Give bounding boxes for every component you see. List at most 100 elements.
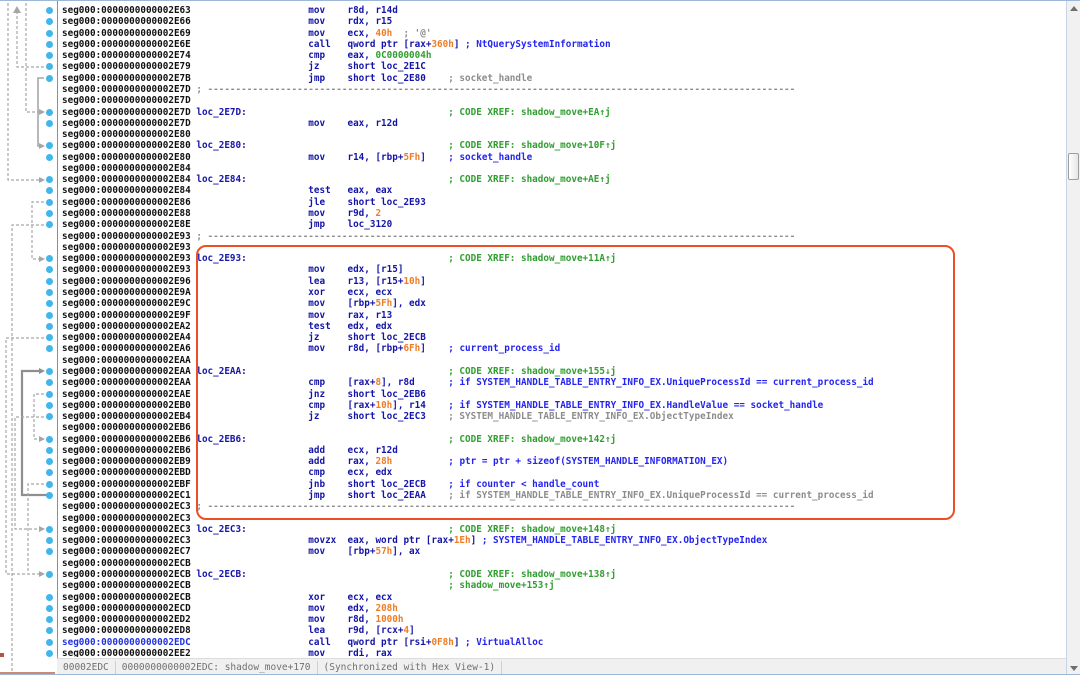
asm-address: seg000:0000000000002E7B [62, 73, 196, 84]
asm-line[interactable]: seg000:0000000000002E7D ; --------------… [58, 84, 795, 96]
jump-arrow-loop-to-loc_2EAA [22, 371, 50, 495]
asm-line[interactable]: seg000:0000000000002EB4 jz short loc_2EC… [58, 411, 734, 423]
asm-text: ] [409, 625, 415, 636]
asm-line[interactable]: seg000:0000000000002E63 mov r8d, r14d [58, 5, 398, 17]
asm-address: seg000:0000000000002EC3 [62, 524, 196, 535]
asm-address: seg000:0000000000002E6E [62, 39, 196, 50]
asm-line[interactable]: seg000:0000000000002EB6 add ecx, r12d [58, 445, 398, 457]
asm-line[interactable]: seg000:0000000000002EDC call qword ptr [… [58, 637, 543, 649]
asm-line[interactable]: seg000:0000000000002EC3 loc_2EC3: ; CODE… [58, 524, 616, 536]
asm-line[interactable]: seg000:0000000000002E66 mov rdx, r15 [58, 16, 392, 28]
asm-text: ; SYSTEM_HANDLE_TABLE_ENTRY_INFO_EX.Obje… [448, 411, 733, 422]
asm-line[interactable]: seg000:0000000000002ECB loc_2ECB: ; CODE… [58, 569, 616, 581]
asm-text: jmp loc_3120 [196, 219, 392, 230]
asm-line[interactable]: seg000:0000000000002E7D mov eax, r12d [58, 118, 398, 130]
asm-text: jz short loc_2EC3 [196, 411, 448, 422]
ida-disassembly-view: seg000:0000000000002E63 mov r8d, r14dseg… [0, 0, 1080, 675]
asm-line[interactable]: seg000:0000000000002EC3 ; --------------… [58, 501, 795, 513]
asm-line[interactable]: seg000:0000000000002ED2 mov r8d, 1000h [58, 614, 403, 626]
asm-line[interactable]: seg000:0000000000002EC7 mov [rbp+57h], a… [58, 546, 420, 558]
asm-text: loc_2E84: [196, 174, 246, 185]
asm-text: movzx eax, word ptr [rax+ [196, 535, 453, 546]
asm-line[interactable]: seg000:0000000000002EC3 [58, 513, 196, 525]
asm-line[interactable]: seg000:0000000000002EAA cmp [rax+8], r8d… [58, 377, 874, 389]
asm-address: seg000:0000000000002EBD [62, 467, 196, 478]
asm-text: call qword ptr [rax+ [196, 39, 431, 50]
asm-line[interactable]: seg000:0000000000002E80 loc_2E80: ; CODE… [58, 140, 616, 152]
asm-line[interactable]: seg000:0000000000002E9F mov rax, r13 [58, 310, 392, 322]
scroll-down-button[interactable] [1067, 661, 1080, 675]
code-dot [46, 41, 53, 48]
asm-line[interactable]: seg000:0000000000002EAA [58, 355, 196, 367]
asm-line[interactable]: seg000:0000000000002ECD mov edx, 208h [58, 603, 398, 615]
asm-line[interactable]: seg000:0000000000002E84 [58, 163, 196, 175]
asm-line[interactable]: seg000:0000000000002E88 mov r9d, 2 [58, 208, 381, 220]
asm-line[interactable]: seg000:0000000000002E80 [58, 129, 196, 141]
asm-address: seg000:0000000000002EC7 [62, 546, 196, 557]
asm-line[interactable]: seg000:0000000000002EC3 movzx eax, word … [58, 535, 767, 547]
asm-line[interactable]: seg000:0000000000002E7B jmp short loc_2E… [58, 73, 532, 85]
asm-text: ; if SYSTEM_HANDLE_TABLE_ENTRY_INFO_EX.H… [448, 400, 823, 411]
scroll-up-button[interactable] [1067, 1, 1080, 16]
asm-address: seg000:0000000000002EBF [62, 479, 196, 490]
vertical-scrollbar[interactable] [1066, 1, 1080, 675]
asm-address: seg000:0000000000002E66 [62, 16, 196, 27]
asm-line[interactable]: seg000:0000000000002E9A xor ecx, ecx [58, 287, 392, 299]
asm-line[interactable]: seg000:0000000000002E86 jle short loc_2E… [58, 197, 426, 209]
asm-line[interactable]: seg000:0000000000002EC1 jmp short loc_2E… [58, 490, 874, 502]
asm-address: seg000:0000000000002E93 [62, 253, 196, 264]
asm-line[interactable]: seg000:0000000000002EB6 loc_2EB6: ; CODE… [58, 434, 616, 446]
asm-line[interactable]: seg000:0000000000002E9C mov [rbp+5Fh], e… [58, 298, 426, 310]
asm-line[interactable]: seg000:0000000000002EE2 mov rdi, rax [58, 648, 392, 657]
asm-text: cmp eax, [196, 50, 375, 61]
code-dot [46, 402, 53, 409]
asm-line[interactable]: seg000:0000000000002ED8 lea r9d, [rcx+4] [58, 625, 415, 637]
asm-line[interactable]: seg000:0000000000002E7D [58, 95, 196, 107]
asm-line[interactable]: seg000:0000000000002E8E jmp loc_3120 [58, 219, 392, 231]
asm-line[interactable]: seg000:0000000000002EAA loc_2EAA: ; CODE… [58, 366, 616, 378]
code-dot [46, 481, 53, 488]
code-dot [46, 312, 53, 319]
asm-text [247, 253, 449, 264]
asm-line[interactable]: seg000:0000000000002EA4 jz short loc_2EC… [58, 332, 426, 344]
asm-line[interactable]: seg000:0000000000002EB0 cmp [rax+10h], r… [58, 400, 823, 412]
asm-text: ; CODE XREF: shadow_move+138↑j [448, 569, 616, 580]
asm-line[interactable]: seg000:0000000000002E84 loc_2E84: ; CODE… [58, 174, 611, 186]
asm-line[interactable]: seg000:0000000000002E7D loc_2E7D: ; CODE… [58, 107, 611, 119]
disassembly-listing[interactable]: seg000:0000000000002E63 mov r8d, r14dseg… [58, 1, 1066, 657]
asm-line[interactable]: seg000:0000000000002E6E call qword ptr [… [58, 39, 611, 51]
asm-line[interactable]: seg000:0000000000002EA6 mov r8d, [rbp+6F… [58, 343, 560, 355]
asm-line[interactable]: seg000:0000000000002E93 [58, 242, 196, 254]
asm-line[interactable]: seg000:0000000000002E84 test eax, eax [58, 185, 392, 197]
asm-line[interactable]: seg000:0000000000002EBD cmp ecx, edx [58, 467, 392, 479]
asm-line[interactable]: seg000:0000000000002E96 lea r13, [r15+10… [58, 276, 426, 288]
asm-line[interactable]: seg000:0000000000002E74 cmp eax, 0C00000… [58, 50, 431, 62]
asm-text: ; SYSTEM_HANDLE_TABLE_ENTRY_INFO_EX.Obje… [482, 535, 767, 546]
asm-text: ; shadow_move+153↑j [448, 580, 554, 591]
asm-line[interactable]: seg000:0000000000002E80 mov r14, [rbp+5F… [58, 152, 532, 164]
asm-address: seg000:0000000000002E63 [62, 5, 196, 16]
asm-line[interactable]: seg000:0000000000002E93 ; --------------… [58, 231, 795, 243]
jump-arrowhead-icon [13, 6, 21, 13]
code-dot [46, 109, 53, 116]
asm-line[interactable]: seg000:0000000000002ECB [58, 558, 196, 570]
asm-text: ; CODE XREF: shadow_move+10F↑j [448, 140, 616, 151]
asm-line[interactable]: seg000:0000000000002E79 jz short loc_2E1… [58, 61, 426, 73]
asm-address: seg000:0000000000002E84 [62, 163, 196, 174]
asm-text: 1000h [375, 614, 403, 625]
code-dot [46, 199, 53, 206]
asm-line[interactable]: seg000:0000000000002EB9 add rax, 28h ; p… [58, 456, 728, 468]
scrollbar-thumb[interactable] [1068, 153, 1079, 180]
asm-line[interactable]: seg000:0000000000002ECB ; shadow_move+15… [58, 580, 555, 592]
asm-line[interactable]: seg000:0000000000002E69 mov ecx, 40h ; '… [58, 28, 431, 40]
asm-line[interactable]: seg000:0000000000002EBF jnb short loc_2E… [58, 479, 599, 491]
asm-line[interactable]: seg000:0000000000002ECB xor ecx, ecx [58, 592, 392, 604]
asm-line[interactable]: seg000:0000000000002E93 mov edx, [r15] [58, 264, 403, 276]
asm-address: seg000:0000000000002EC1 [62, 490, 196, 501]
asm-text: jnz short loc_2EB6 [196, 389, 426, 400]
asm-line[interactable]: seg000:0000000000002EB6 [58, 422, 196, 434]
asm-address: seg000:0000000000002E9A [62, 287, 196, 298]
asm-line[interactable]: seg000:0000000000002EAE jnz short loc_2E… [58, 389, 426, 401]
asm-line[interactable]: seg000:0000000000002EA2 test edx, edx [58, 321, 392, 333]
asm-line[interactable]: seg000:0000000000002E93 loc_2E93: ; CODE… [58, 253, 616, 265]
